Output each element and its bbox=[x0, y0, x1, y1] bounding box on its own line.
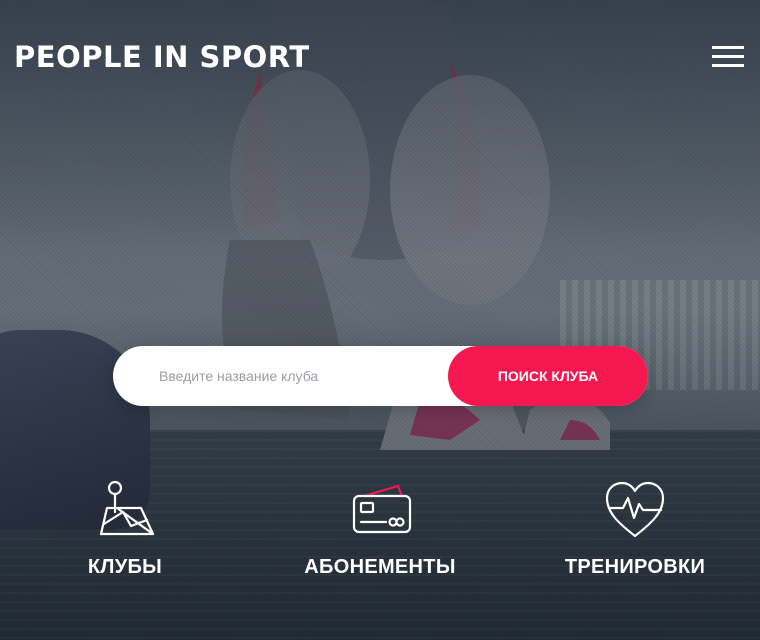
search-club-button[interactable]: ПОИСК КЛУБА bbox=[448, 346, 648, 406]
club-search-input[interactable] bbox=[159, 346, 439, 406]
feature-clubs[interactable]: КЛУБЫ bbox=[5, 478, 245, 579]
club-search-bar: ПОИСК КЛУБА bbox=[113, 346, 648, 406]
menu-line-icon bbox=[712, 55, 744, 58]
feature-memberships[interactable]: АБОНЕМЕНТЫ bbox=[260, 478, 500, 579]
map-pin-icon bbox=[99, 480, 155, 536]
site-logo[interactable]: PEOPLE IN SPORT bbox=[14, 40, 310, 74]
membership-card-icon bbox=[352, 484, 412, 534]
feature-trainings[interactable]: ТРЕНИРОВКИ bbox=[515, 478, 755, 579]
menu-line-icon bbox=[712, 64, 744, 67]
hamburger-menu-button[interactable] bbox=[712, 46, 744, 68]
heart-pulse-icon bbox=[605, 481, 665, 538]
feature-memberships-label: АБОНЕМЕНТЫ bbox=[304, 556, 456, 578]
menu-line-icon bbox=[712, 46, 744, 49]
feature-clubs-label: КЛУБЫ bbox=[87, 556, 163, 578]
feature-trainings-label: ТРЕНИРОВКИ bbox=[564, 556, 706, 578]
